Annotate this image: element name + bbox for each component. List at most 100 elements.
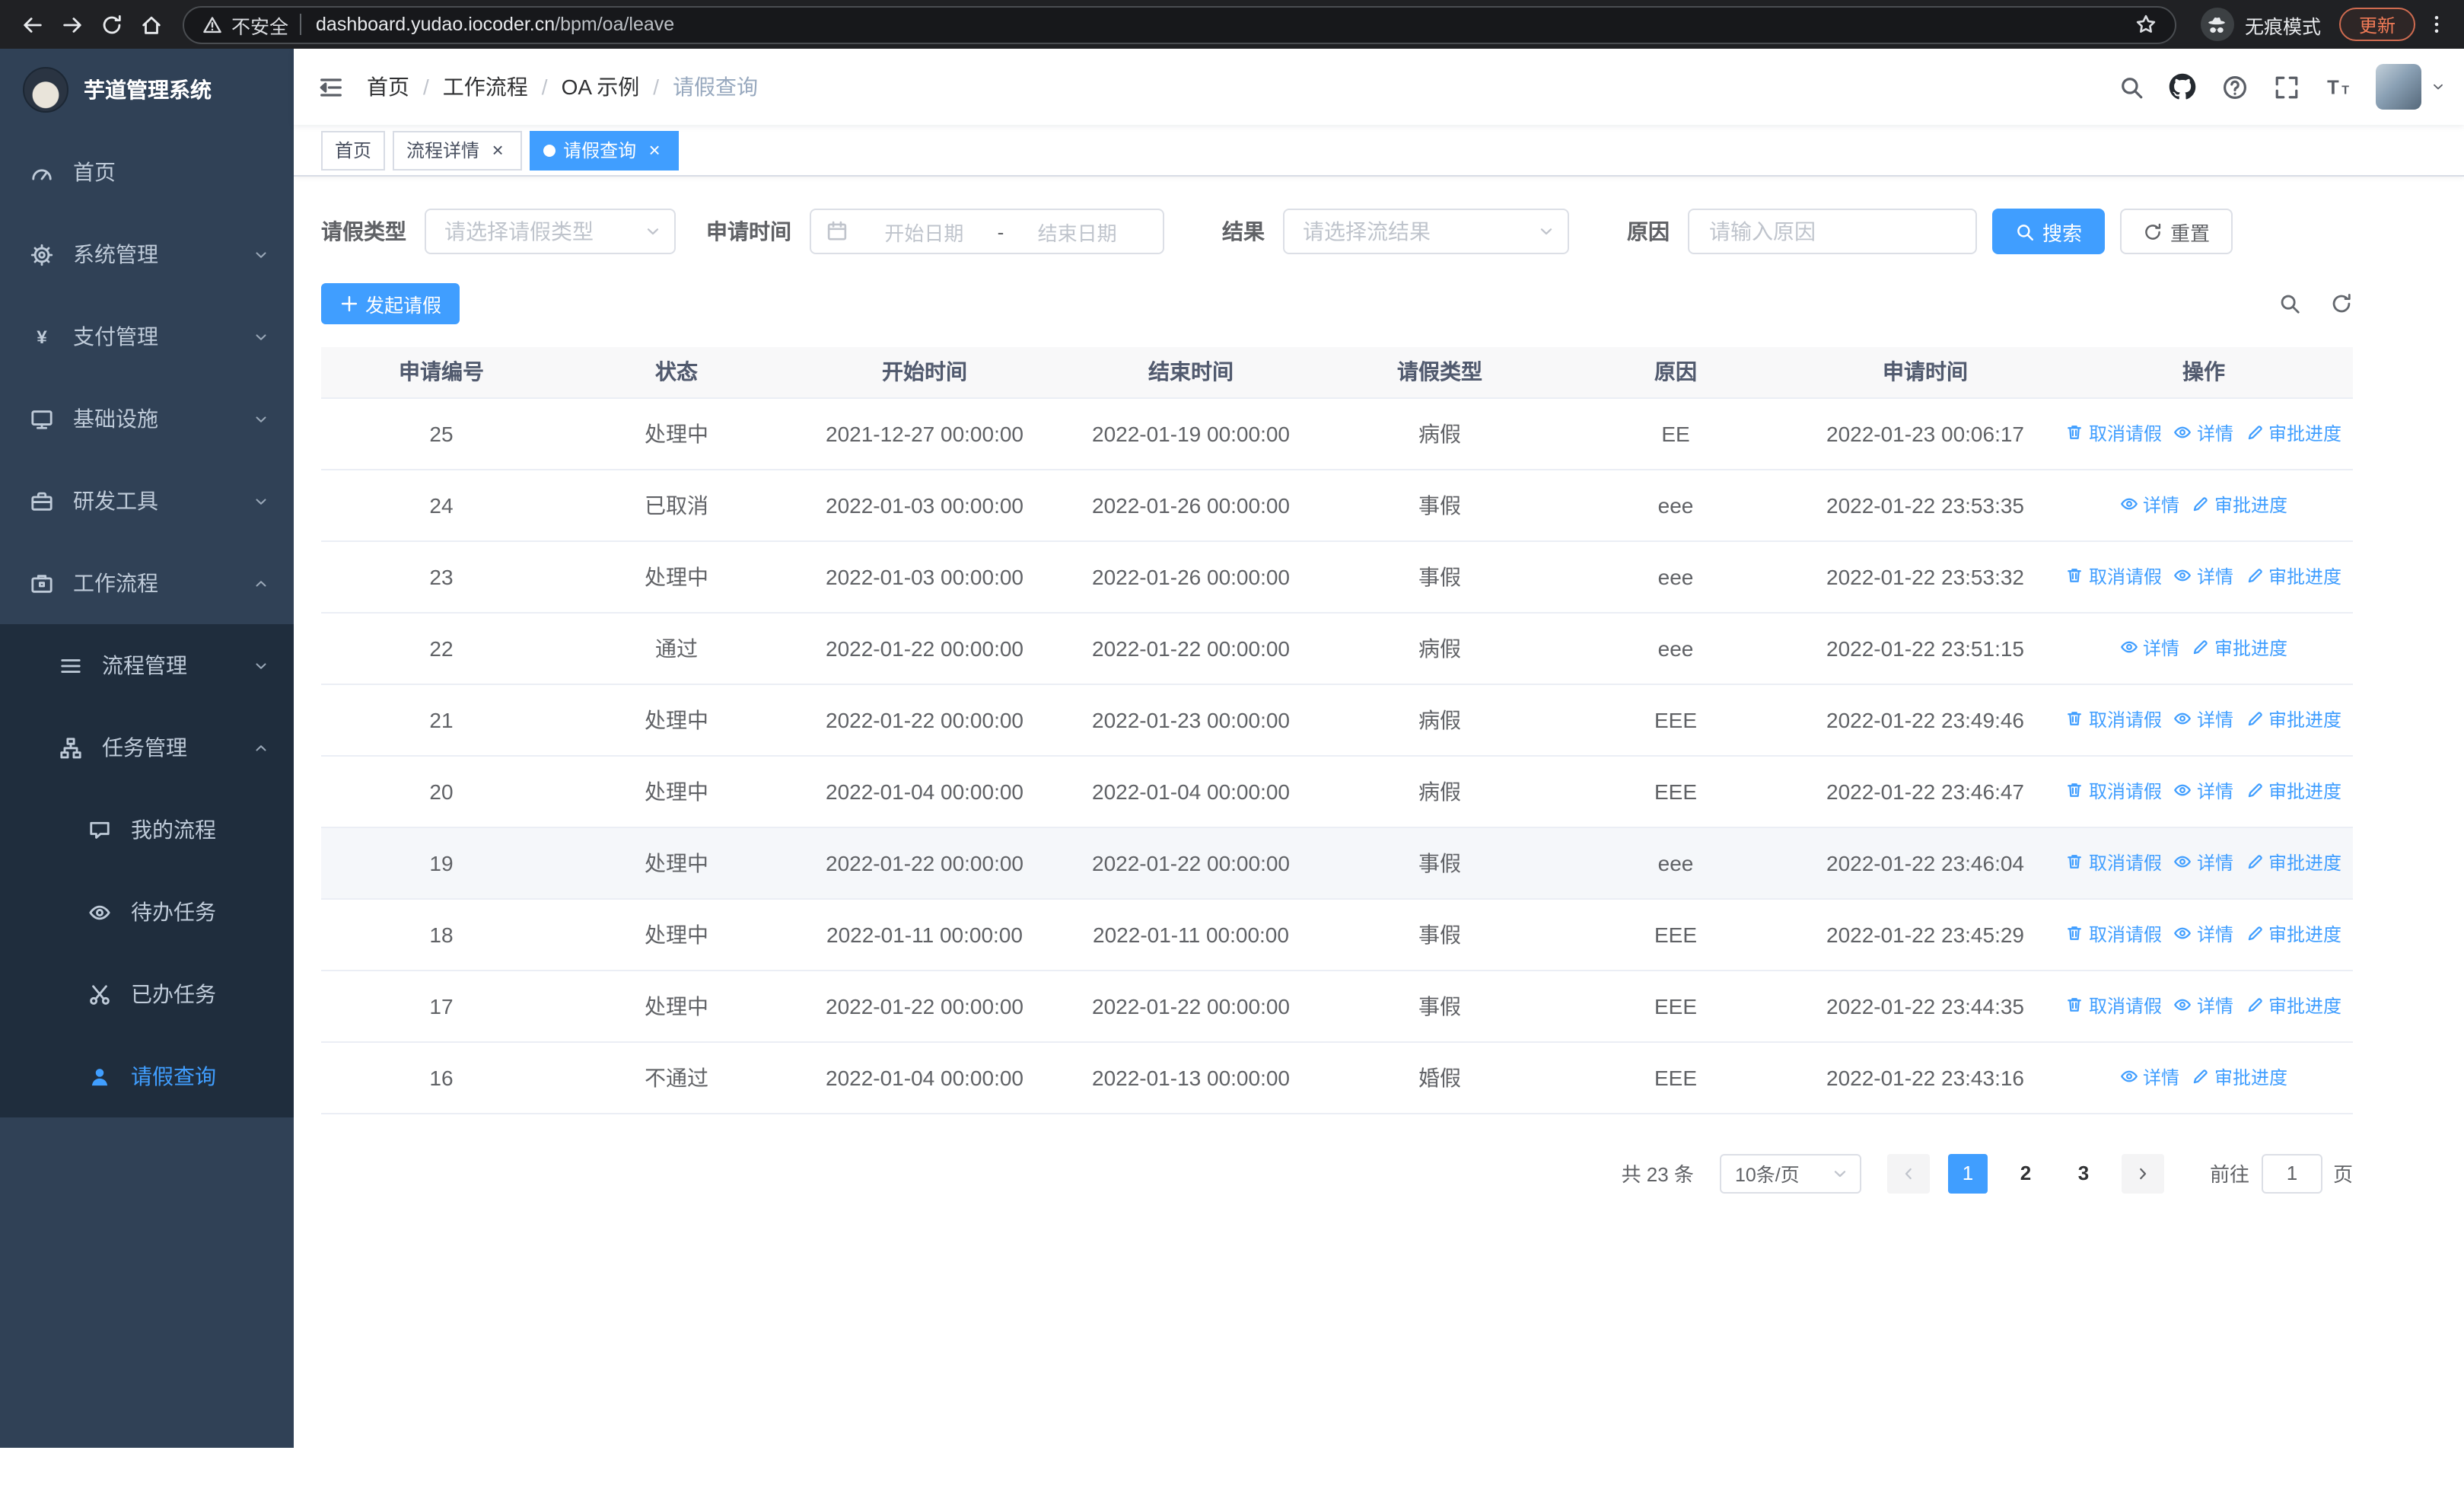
leave-row-25[interactable]: 25 处理中 2021-12-27 00:00:00 2022-01-19 00:00… [321, 397, 2353, 470]
detail-link[interactable]: 详情 [2120, 1064, 2179, 1090]
next-page-button[interactable] [2121, 1153, 2164, 1193]
browser-update-button[interactable]: 更新 [2338, 8, 2415, 41]
approval-progress-link[interactable]: 审批进度 [2192, 635, 2287, 661]
github-icon[interactable] [2157, 49, 2208, 125]
prev-page-button[interactable] [1886, 1153, 1930, 1193]
help-icon[interactable] [2208, 49, 2260, 125]
detail-link[interactable]: 详情 [2174, 420, 2233, 446]
sidebar-item-8[interactable]: 我的流程 [0, 789, 294, 871]
sidebar-item-11[interactable]: 请假查询 [0, 1035, 294, 1117]
leave-row-23[interactable]: 23 处理中 2022-01-03 00:00:00 2022-01-26 00:00… [321, 540, 2353, 613]
tab-close-icon[interactable]: × [487, 139, 508, 161]
app-logo[interactable]: 芋道管理系统 [0, 49, 294, 131]
bookmark-star-icon[interactable] [2135, 14, 2157, 35]
detail-link[interactable]: 详情 [2174, 993, 2233, 1018]
browser-refresh-button[interactable] [91, 5, 131, 44]
cancel-leave-link[interactable]: 取消请假 [2066, 921, 2162, 947]
breadcrumb-item-2[interactable]: OA 示例 [562, 72, 640, 102]
active-tab-dot [543, 144, 556, 156]
apply-time-range-picker[interactable]: 开始日期 - 结束日期 [810, 209, 1164, 254]
sidebar-item-6[interactable]: 流程管理 [0, 624, 294, 706]
goto-page-input[interactable] [2261, 1153, 2322, 1193]
app-title: 芋道管理系统 [84, 78, 212, 102]
breadcrumb-separator: / [653, 75, 660, 99]
approval-progress-link[interactable]: 审批进度 [2192, 492, 2287, 518]
search-button[interactable]: 搜索 [1992, 209, 2106, 254]
leave-row-16[interactable]: 16 不通过 2022-01-04 00:00:00 2022-01-13 00:00… [321, 1041, 2353, 1114]
approval-progress-link[interactable]: 审批进度 [2246, 706, 2341, 732]
tab-1[interactable]: 流程详情 × [393, 130, 523, 170]
page-2-button[interactable]: 2 [2006, 1153, 2045, 1193]
approval-progress-link[interactable]: 审批进度 [2246, 420, 2341, 446]
page-content: 请假类型 请选择请假类型 申请时间 开始日期 - 结束日期 结果 请选择流结果 … [294, 177, 2464, 1448]
leave-row-18[interactable]: 18 处理中 2022-01-11 00:00:00 2022-01-11 00:00… [321, 898, 2353, 971]
user-avatar[interactable] [2376, 64, 2421, 110]
tab-0[interactable]: 首页 [321, 130, 386, 170]
approval-progress-link[interactable]: 审批进度 [2246, 563, 2341, 589]
approval-progress-link[interactable]: 审批进度 [2246, 921, 2341, 947]
reason-label: 原因 [1627, 219, 1670, 244]
cancel-leave-link[interactable]: 取消请假 [2066, 993, 2162, 1018]
sidebar-item-0[interactable]: 首页 [0, 131, 294, 213]
font-size-icon[interactable]: TT [2312, 49, 2364, 125]
approval-progress-link[interactable]: 审批进度 [2192, 1064, 2287, 1090]
sidebar-item-9[interactable]: 待办任务 [0, 871, 294, 953]
detail-link[interactable]: 详情 [2174, 921, 2233, 947]
sidebar-collapse-button[interactable] [294, 49, 367, 125]
url-path: /bpm/oa/leave [555, 14, 675, 35]
cancel-leave-link[interactable]: 取消请假 [2066, 563, 2162, 589]
header-search-icon[interactable] [2105, 49, 2157, 125]
leave-type-select[interactable]: 请选择请假类型 [425, 209, 676, 254]
approval-progress-link[interactable]: 审批进度 [2246, 993, 2341, 1018]
page-url[interactable]: dashboard.yudao.iocoder.cn/bpm/oa/leave [316, 14, 2123, 35]
sidebar-item-5[interactable]: 工作流程 [0, 542, 294, 624]
browser-home-button[interactable] [131, 5, 170, 44]
detail-link[interactable]: 详情 [2120, 492, 2179, 518]
cancel-leave-link[interactable]: 取消请假 [2066, 778, 2162, 804]
leave-row-22[interactable]: 22 通过 2022-01-22 00:00:00 2022-01-22 00:00:… [321, 612, 2353, 684]
detail-link[interactable]: 详情 [2174, 706, 2233, 732]
table-refresh-icon[interactable] [2330, 292, 2353, 315]
leave-row-20[interactable]: 20 处理中 2022-01-04 00:00:00 2022-01-04 00:00… [321, 755, 2353, 827]
leave-row-19[interactable]: 19 处理中 2022-01-22 00:00:00 2022-01-22 00:00… [321, 827, 2353, 899]
approval-progress-link[interactable]: 审批进度 [2246, 850, 2341, 875]
page-size-select[interactable]: 10条/页 [1719, 1153, 1861, 1193]
sidebar-item-2[interactable]: ¥ 支付管理 [0, 295, 294, 378]
tab-2[interactable]: 请假查询 × [530, 130, 680, 170]
leave-row-21[interactable]: 21 处理中 2022-01-22 00:00:00 2022-01-23 00:00… [321, 684, 2353, 756]
address-bar[interactable]: 不安全 dashboard.yudao.iocoder.cn/bpm/oa/le… [183, 5, 2176, 43]
reset-button[interactable]: 重置 [2120, 209, 2233, 254]
leave-row-24[interactable]: 24 已取消 2022-01-03 00:00:00 2022-01-26 00:00… [321, 469, 2353, 541]
sidebar-item-4[interactable]: 研发工具 [0, 460, 294, 542]
table-search-toggle-icon[interactable] [2278, 292, 2301, 315]
reason-input[interactable] [1691, 210, 1974, 253]
detail-link[interactable]: 详情 [2120, 635, 2179, 661]
sidebar-item-3[interactable]: 基础设施 [0, 378, 294, 460]
browser-menu-icon[interactable] [2421, 5, 2452, 44]
incognito-icon [2208, 14, 2227, 34]
page-1-button[interactable]: 1 [1947, 1153, 1988, 1193]
browser-forward-button[interactable] [52, 5, 91, 44]
page-3-button[interactable]: 3 [2064, 1153, 2103, 1193]
detail-link[interactable]: 详情 [2174, 850, 2233, 875]
tab-close-icon[interactable]: × [644, 139, 665, 161]
approval-progress-link[interactable]: 审批进度 [2246, 778, 2341, 804]
detail-link[interactable]: 详情 [2174, 563, 2233, 589]
leave-row-17[interactable]: 17 处理中 2022-01-22 00:00:00 2022-01-22 00:00… [321, 970, 2353, 1042]
sidebar-item-10[interactable]: 已办任务 [0, 953, 294, 1035]
create-leave-button[interactable]: 发起请假 [321, 283, 460, 324]
breadcrumb-item-0[interactable]: 首页 [367, 72, 409, 102]
browser-back-button[interactable] [12, 5, 52, 44]
detail-link[interactable]: 详情 [2174, 778, 2233, 804]
cancel-leave-link[interactable]: 取消请假 [2066, 850, 2162, 875]
plus-icon [339, 294, 359, 314]
sidebar-item-7[interactable]: 任务管理 [0, 706, 294, 789]
cancel-leave-link[interactable]: 取消请假 [2066, 420, 2162, 446]
fullscreen-icon[interactable] [2260, 49, 2312, 125]
sidebar-item-1[interactable]: 系统管理 [0, 213, 294, 295]
breadcrumb-item-1[interactable]: 工作流程 [443, 72, 528, 102]
avatar-caret-icon[interactable] [2431, 79, 2446, 94]
security-warning-label[interactable]: 不安全 [231, 10, 288, 39]
result-select[interactable]: 请选择流结果 [1283, 209, 1569, 254]
cancel-leave-link[interactable]: 取消请假 [2066, 706, 2162, 732]
